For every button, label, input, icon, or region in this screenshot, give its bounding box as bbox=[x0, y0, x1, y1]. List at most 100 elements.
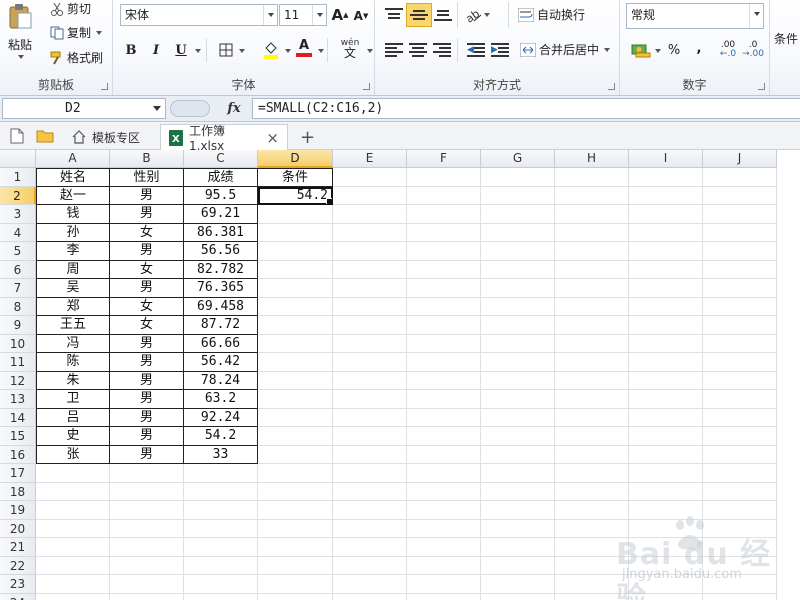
cell-g4[interactable] bbox=[481, 223, 555, 242]
row-header[interactable]: 21 bbox=[0, 538, 36, 557]
cell-j14[interactable] bbox=[703, 408, 777, 427]
row-header[interactable]: 23 bbox=[0, 575, 36, 594]
font-size-dropdown-icon[interactable] bbox=[312, 5, 326, 25]
cell-h2[interactable] bbox=[555, 186, 629, 205]
cell-f23[interactable] bbox=[407, 575, 481, 594]
cell-b2[interactable]: 男 bbox=[110, 186, 184, 205]
underline-button[interactable]: U bbox=[171, 40, 191, 60]
cell-j23[interactable] bbox=[703, 575, 777, 594]
cell-i1[interactable] bbox=[629, 168, 703, 187]
phonetic-button[interactable]: wén 文 bbox=[337, 38, 363, 59]
cell-e16[interactable] bbox=[333, 445, 407, 464]
cell-i4[interactable] bbox=[629, 223, 703, 242]
cell-f13[interactable] bbox=[407, 390, 481, 409]
row-header[interactable]: 6 bbox=[0, 260, 36, 279]
italic-button[interactable]: I bbox=[146, 40, 166, 60]
border-button[interactable] bbox=[216, 40, 236, 60]
phonetic-dropdown-icon[interactable] bbox=[367, 49, 373, 53]
cell-c6[interactable]: 82.782 bbox=[184, 260, 258, 279]
cell-c14[interactable]: 92.24 bbox=[184, 408, 258, 427]
cell-b17[interactable] bbox=[110, 464, 184, 483]
cell-h19[interactable] bbox=[555, 501, 629, 520]
cell-j16[interactable] bbox=[703, 445, 777, 464]
conditional-formatting-button[interactable]: 条件 bbox=[774, 30, 798, 47]
cell-h10[interactable] bbox=[555, 334, 629, 353]
copy-button[interactable]: 复制 bbox=[50, 24, 103, 41]
cell-b7[interactable]: 男 bbox=[110, 279, 184, 298]
align-left-icon[interactable] bbox=[385, 42, 403, 58]
cell-e8[interactable] bbox=[333, 297, 407, 316]
row-header[interactable]: 4 bbox=[0, 223, 36, 242]
cell-h22[interactable] bbox=[555, 556, 629, 575]
cell-f22[interactable] bbox=[407, 556, 481, 575]
cell-f7[interactable] bbox=[407, 279, 481, 298]
cell-d15[interactable] bbox=[258, 427, 333, 446]
column-header-d[interactable]: D bbox=[258, 150, 333, 168]
cell-g24[interactable] bbox=[481, 593, 555, 600]
cell-f14[interactable] bbox=[407, 408, 481, 427]
cell-j3[interactable] bbox=[703, 205, 777, 224]
cell-d3[interactable] bbox=[258, 205, 333, 224]
cell-a24[interactable] bbox=[36, 593, 110, 600]
tab-close-icon[interactable]: × bbox=[266, 129, 279, 147]
cell-d4[interactable] bbox=[258, 223, 333, 242]
insert-function-button[interactable]: fx bbox=[222, 99, 246, 118]
cell-f10[interactable] bbox=[407, 334, 481, 353]
cell-j1[interactable] bbox=[703, 168, 777, 187]
cell-b5[interactable]: 男 bbox=[110, 242, 184, 261]
cell-f9[interactable] bbox=[407, 316, 481, 335]
cell-e19[interactable] bbox=[333, 501, 407, 520]
grow-font-button[interactable]: A ▲ bbox=[330, 5, 350, 25]
row-header[interactable]: 12 bbox=[0, 371, 36, 390]
cell-i13[interactable] bbox=[629, 390, 703, 409]
row-header[interactable]: 22 bbox=[0, 556, 36, 575]
new-document-icon[interactable] bbox=[10, 128, 24, 147]
cell-g3[interactable] bbox=[481, 205, 555, 224]
cell-e11[interactable] bbox=[333, 353, 407, 372]
cell-a1[interactable]: 姓名 bbox=[36, 168, 110, 187]
cell-g13[interactable] bbox=[481, 390, 555, 409]
format-painter-button[interactable]: 格式刷 bbox=[50, 49, 103, 66]
cell-j22[interactable] bbox=[703, 556, 777, 575]
cell-b14[interactable]: 男 bbox=[110, 408, 184, 427]
cell-i19[interactable] bbox=[629, 501, 703, 520]
row-header[interactable]: 2 bbox=[0, 186, 36, 205]
row-header[interactable]: 17 bbox=[0, 464, 36, 483]
cell-h7[interactable] bbox=[555, 279, 629, 298]
row-header[interactable]: 13 bbox=[0, 390, 36, 409]
cell-e4[interactable] bbox=[333, 223, 407, 242]
cell-b11[interactable]: 男 bbox=[110, 353, 184, 372]
cell-b19[interactable] bbox=[110, 501, 184, 520]
cell-i3[interactable] bbox=[629, 205, 703, 224]
cell-f17[interactable] bbox=[407, 464, 481, 483]
accounting-dropdown-icon[interactable] bbox=[655, 49, 661, 53]
cell-d10[interactable] bbox=[258, 334, 333, 353]
tab-template-zone[interactable]: 模板专区 bbox=[64, 124, 148, 150]
cell-h18[interactable] bbox=[555, 482, 629, 501]
fill-color-dropdown-icon[interactable] bbox=[285, 49, 291, 53]
row-header[interactable]: 20 bbox=[0, 519, 36, 538]
cell-a15[interactable]: 史 bbox=[36, 427, 110, 446]
row-header[interactable]: 16 bbox=[0, 445, 36, 464]
border-dropdown-icon[interactable] bbox=[239, 49, 245, 53]
cell-h5[interactable] bbox=[555, 242, 629, 261]
cell-a5[interactable]: 李 bbox=[36, 242, 110, 261]
alignment-launcher-icon[interactable] bbox=[608, 83, 615, 90]
cell-e6[interactable] bbox=[333, 260, 407, 279]
cell-a14[interactable]: 吕 bbox=[36, 408, 110, 427]
font-size-select[interactable]: 11 bbox=[279, 4, 327, 26]
cell-i15[interactable] bbox=[629, 427, 703, 446]
cell-f6[interactable] bbox=[407, 260, 481, 279]
cell-f11[interactable] bbox=[407, 353, 481, 372]
cell-g22[interactable] bbox=[481, 556, 555, 575]
cell-j20[interactable] bbox=[703, 519, 777, 538]
cell-c16[interactable]: 33 bbox=[184, 445, 258, 464]
cell-f20[interactable] bbox=[407, 519, 481, 538]
align-middle-button[interactable] bbox=[406, 3, 432, 27]
accounting-format-button[interactable] bbox=[630, 40, 652, 60]
name-box-dropdown-icon[interactable] bbox=[153, 106, 161, 111]
cell-j9[interactable] bbox=[703, 316, 777, 335]
cell-a20[interactable] bbox=[36, 519, 110, 538]
comma-button[interactable]: , bbox=[689, 38, 709, 58]
row-header[interactable]: 9 bbox=[0, 316, 36, 335]
